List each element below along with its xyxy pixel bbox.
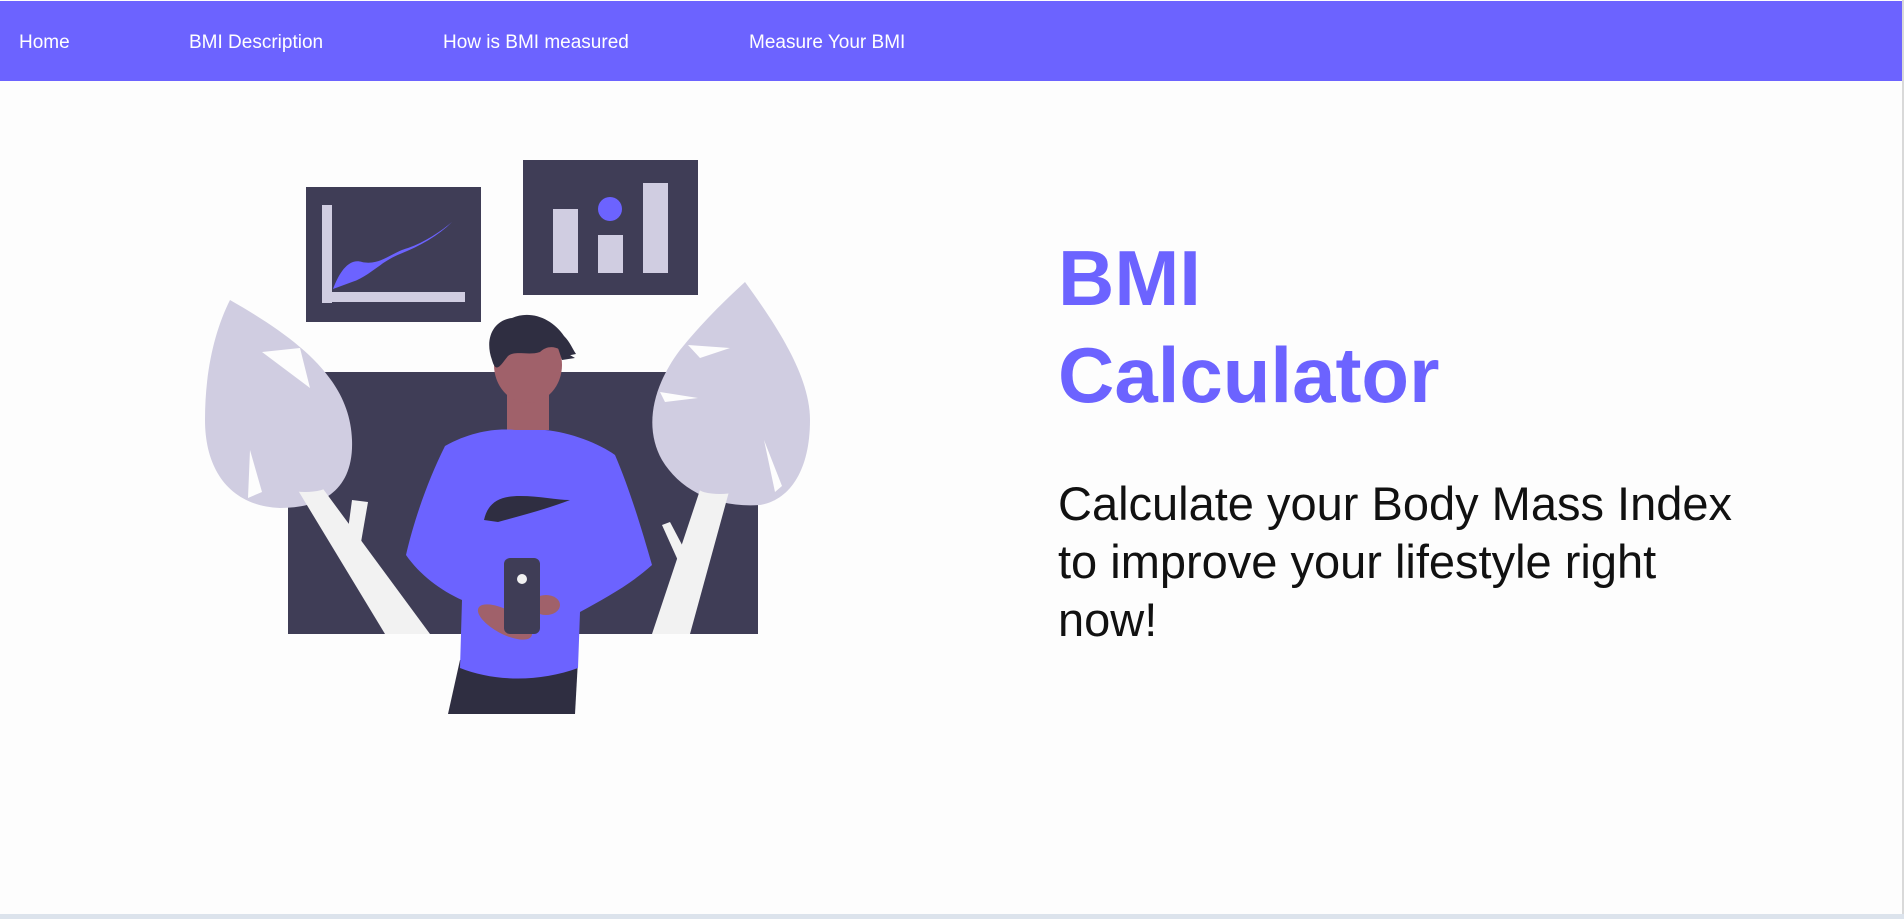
- nav-home-link[interactable]: Home: [19, 32, 70, 54]
- hero-title: BMI Calculator: [1058, 230, 1439, 424]
- phone-icon: [504, 558, 540, 634]
- hero-subtitle: Calculate your Body Mass Index to improv…: [1058, 477, 1732, 646]
- nav-measure-bmi-link[interactable]: Measure Your BMI: [749, 32, 905, 54]
- nav-bmi-description-link[interactable]: BMI Description: [189, 32, 323, 54]
- bottom-strip: [0, 914, 1904, 919]
- hero-title-line1: BMI: [1058, 234, 1201, 322]
- top-navbar: Home BMI Description How is BMI measured…: [0, 1, 1904, 81]
- nav-how-measured-link[interactable]: How is BMI measured: [443, 32, 629, 54]
- hero-illustration: [205, 160, 810, 714]
- hero-title-line2: Calculator: [1058, 331, 1440, 419]
- page: Home BMI Description How is BMI measured…: [0, 0, 1904, 914]
- line-chart-panel: [306, 187, 481, 322]
- bar-chart-panel: [523, 160, 698, 295]
